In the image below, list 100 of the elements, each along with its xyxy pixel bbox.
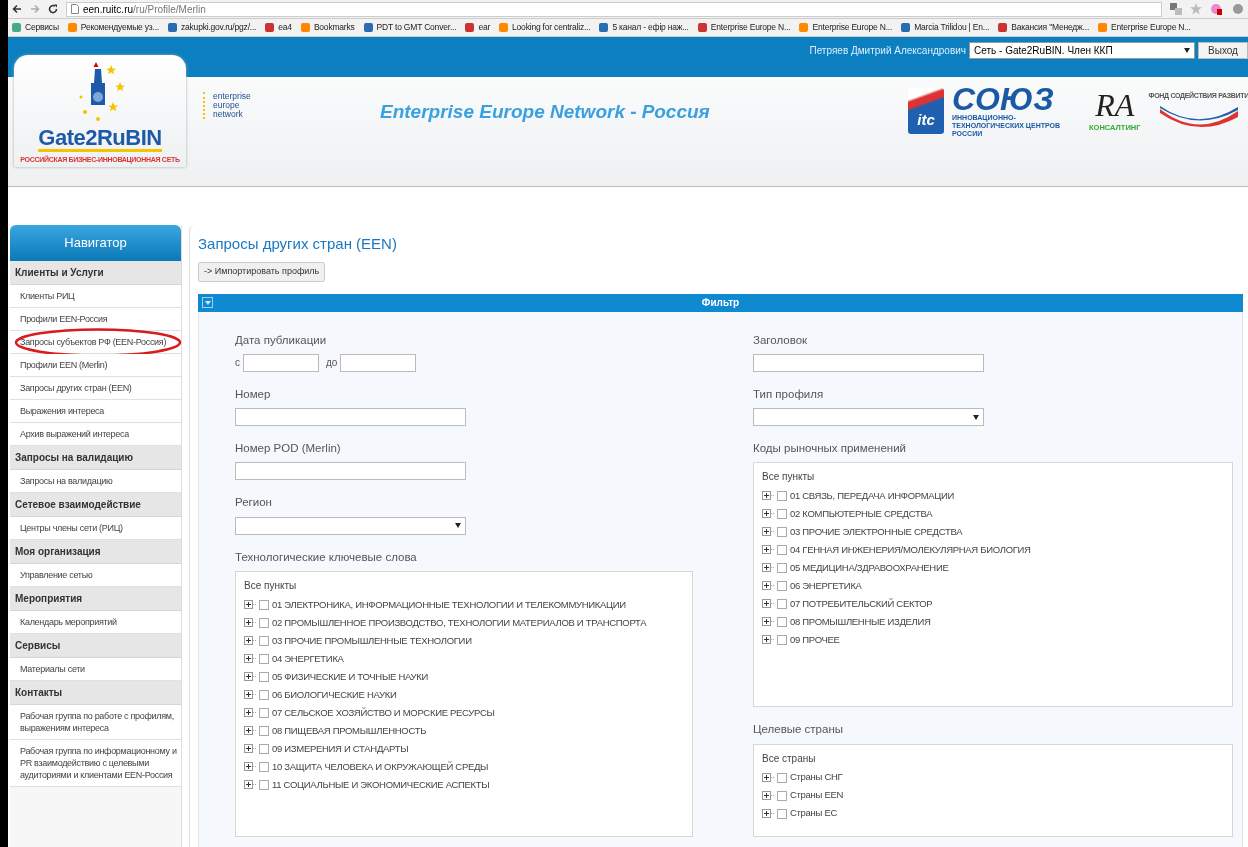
extension-icon[interactable] [1210, 3, 1224, 15]
expand-icon[interactable] [762, 491, 774, 502]
expand-icon[interactable] [244, 707, 256, 718]
tree-checkbox[interactable] [777, 509, 787, 520]
tree-item[interactable]: 03 ПРОЧИЕ ЭЛЕКТРОННЫЕ СРЕДСТВА [790, 525, 963, 540]
select-field[interactable] [235, 516, 466, 535]
bookmark[interactable]: Вакансия "Менедж... [998, 21, 1090, 34]
tree-checkbox[interactable] [777, 563, 787, 574]
date-to-field[interactable] [340, 353, 417, 372]
tree-root[interactable]: Все страны [762, 750, 1224, 766]
expand-icon[interactable] [762, 563, 774, 574]
url-field[interactable]: een.ruitc.ru/ru/Profile/Merlin [66, 1, 1162, 17]
expand-icon[interactable] [244, 761, 256, 772]
text-field[interactable] [235, 408, 466, 426]
bookmark[interactable]: Рекомендуемые уз... [67, 21, 159, 34]
text-field[interactable] [753, 353, 984, 372]
expand-icon[interactable] [244, 743, 256, 754]
expand-icon[interactable] [244, 671, 256, 682]
tree-item[interactable]: Страны СНГ [790, 770, 843, 785]
expand-icon[interactable] [244, 725, 256, 736]
reload-icon[interactable] [48, 4, 58, 14]
tree-item[interactable]: 01 ЭЛЕКТРОНИКА, ИНФОРМАЦИОННЫЕ ТЕХНОЛОГИИ И ТЕЛЕКОММУНИКАЦИИ [272, 597, 626, 612]
tree-item[interactable]: 07 СЕЛЬСКОЕ ХОЗЯЙСТВО И МОРСКИЕ РЕСУРСЫ [272, 705, 495, 720]
expand-icon[interactable] [244, 635, 256, 646]
tree-item[interactable]: 10 ЗАЩИТА ЧЕЛОВЕКА И ОКРУЖАЮЩЕЙ СРЕДЫ [272, 759, 489, 774]
tree-checkbox[interactable] [777, 599, 787, 610]
expand-icon[interactable] [762, 599, 774, 610]
expand-icon[interactable] [244, 653, 256, 664]
bookmark-star-icon[interactable] [1190, 3, 1202, 15]
expand-icon[interactable] [244, 779, 256, 790]
select-field[interactable] [753, 408, 984, 426]
tree-item[interactable]: 08 ПИЩЕВАЯ ПРОМЫШЛЕННОСТЬ [272, 723, 427, 738]
tree-item[interactable]: 06 БИОЛОГИЧЕСКИЕ НАУКИ [272, 687, 397, 702]
expand-icon[interactable] [244, 599, 256, 610]
tree-checkbox[interactable] [259, 653, 269, 664]
tree-checkbox[interactable] [259, 779, 269, 790]
network-select[interactable]: Сеть - Gate2RuBIN. Член ККП [969, 42, 1195, 59]
tree-checkbox[interactable] [777, 527, 787, 538]
bookmark[interactable]: Looking for centraliz... [499, 21, 591, 34]
bookmark[interactable]: ea4 [265, 21, 292, 34]
tree-checkbox[interactable] [777, 790, 787, 801]
extension-icon[interactable] [1232, 3, 1244, 15]
tree-checkbox[interactable] [777, 617, 787, 628]
tree-checkbox[interactable] [259, 725, 269, 736]
tree-checkbox[interactable] [777, 545, 787, 556]
date-from-field[interactable] [243, 353, 319, 372]
tree-root[interactable]: Все пункты [244, 577, 684, 593]
tree-item[interactable]: 03 ПРОЧИЕ ПРОМЫШЛЕННЫЕ ТЕХНОЛОГИИ [272, 633, 472, 648]
tree-checkbox[interactable] [259, 707, 269, 718]
import-profile-button[interactable]: -> Импортировать профиль [198, 261, 326, 282]
bookmark[interactable]: Сервисы [12, 21, 59, 34]
tree-checkbox[interactable] [777, 635, 787, 646]
tree-item[interactable]: 08 ПРОМЫШЛЕННЫЕ ИЗДЕЛИЯ [790, 615, 931, 630]
tree-item[interactable]: 04 ГЕННАЯ ИНЖЕНЕРИЯ/МОЛЕКУЛЯРНАЯ БИОЛОГИЯ [790, 543, 1031, 558]
bookmark[interactable]: Enterprise Europe N... [697, 21, 791, 34]
tree-checkbox[interactable] [777, 581, 787, 592]
forward-icon[interactable] [30, 4, 40, 14]
tree-item[interactable]: 07 ПОТРЕБИТЕЛЬСКИЙ СЕКТОР [790, 597, 933, 612]
text-field[interactable] [235, 462, 466, 481]
tree-item[interactable]: 04 ЭНЕРГЕТИКА [272, 651, 344, 666]
expand-icon[interactable] [762, 635, 774, 646]
tree-checkbox[interactable] [259, 743, 269, 754]
expand-icon[interactable] [762, 527, 774, 538]
expand-icon[interactable] [762, 808, 774, 819]
tree-checkbox[interactable] [259, 671, 269, 682]
bookmark[interactable]: Marcia Trilidou | En... [901, 21, 990, 34]
back-icon[interactable] [12, 4, 22, 14]
bookmark[interactable]: zakupki.gov.ru/pgz/... [168, 21, 257, 34]
expand-icon[interactable] [762, 545, 774, 556]
bookmark[interactable]: PDT to GMT Conver... [363, 21, 457, 34]
tree-item[interactable]: 05 МЕДИЦИНА/ЗДРАВООХРАНЕНИЕ [790, 561, 949, 576]
translate-icon[interactable] [1170, 3, 1182, 15]
expand-icon[interactable] [244, 617, 256, 628]
tree-item[interactable]: 01 СВЯЗЬ, ПЕРЕДАЧА ИНФОРМАЦИИ [790, 489, 955, 504]
tree-item[interactable]: 06 ЭНЕРГЕТИКА [790, 579, 862, 594]
tree-item[interactable]: 09 ИЗМЕРЕНИЯ И СТАНДАРТЫ [272, 741, 409, 756]
tree-root[interactable]: Все пункты [762, 469, 1224, 485]
tree-item[interactable]: 09 ПРОЧЕЕ [790, 633, 840, 648]
tree-item[interactable]: 11 СОЦИАЛЬНЫЕ И ЭКОНОМИЧЕСКИЕ АСПЕКТЫ [272, 777, 490, 792]
bookmark[interactable]: Enterprise Europe N... [1098, 21, 1191, 34]
tree-checkbox[interactable] [259, 635, 269, 646]
expand-icon[interactable] [762, 617, 774, 628]
tree-checkbox[interactable] [259, 761, 269, 772]
tree-checkbox[interactable] [777, 772, 787, 783]
tree-item[interactable]: Страны ЕС [790, 806, 837, 821]
expand-icon[interactable] [244, 689, 256, 700]
bookmark[interactable]: 5 канал - ефір наж... [599, 21, 689, 34]
expand-icon[interactable] [762, 772, 774, 783]
tree-item[interactable]: Страны EEN [790, 788, 844, 803]
tree-checkbox[interactable] [259, 617, 269, 628]
tree-checkbox[interactable] [259, 599, 269, 610]
logout-button[interactable]: Выход [1198, 42, 1248, 59]
bookmark[interactable]: ear [465, 21, 491, 34]
bookmark[interactable]: Bookmarks [300, 21, 355, 34]
tree-checkbox[interactable] [259, 689, 269, 700]
tree-checkbox[interactable] [777, 491, 787, 502]
bookmark[interactable]: Enterprise Europe N... [799, 21, 893, 34]
expand-icon[interactable] [762, 509, 774, 520]
expand-icon[interactable] [762, 581, 774, 592]
collapse-button[interactable] [202, 297, 213, 308]
